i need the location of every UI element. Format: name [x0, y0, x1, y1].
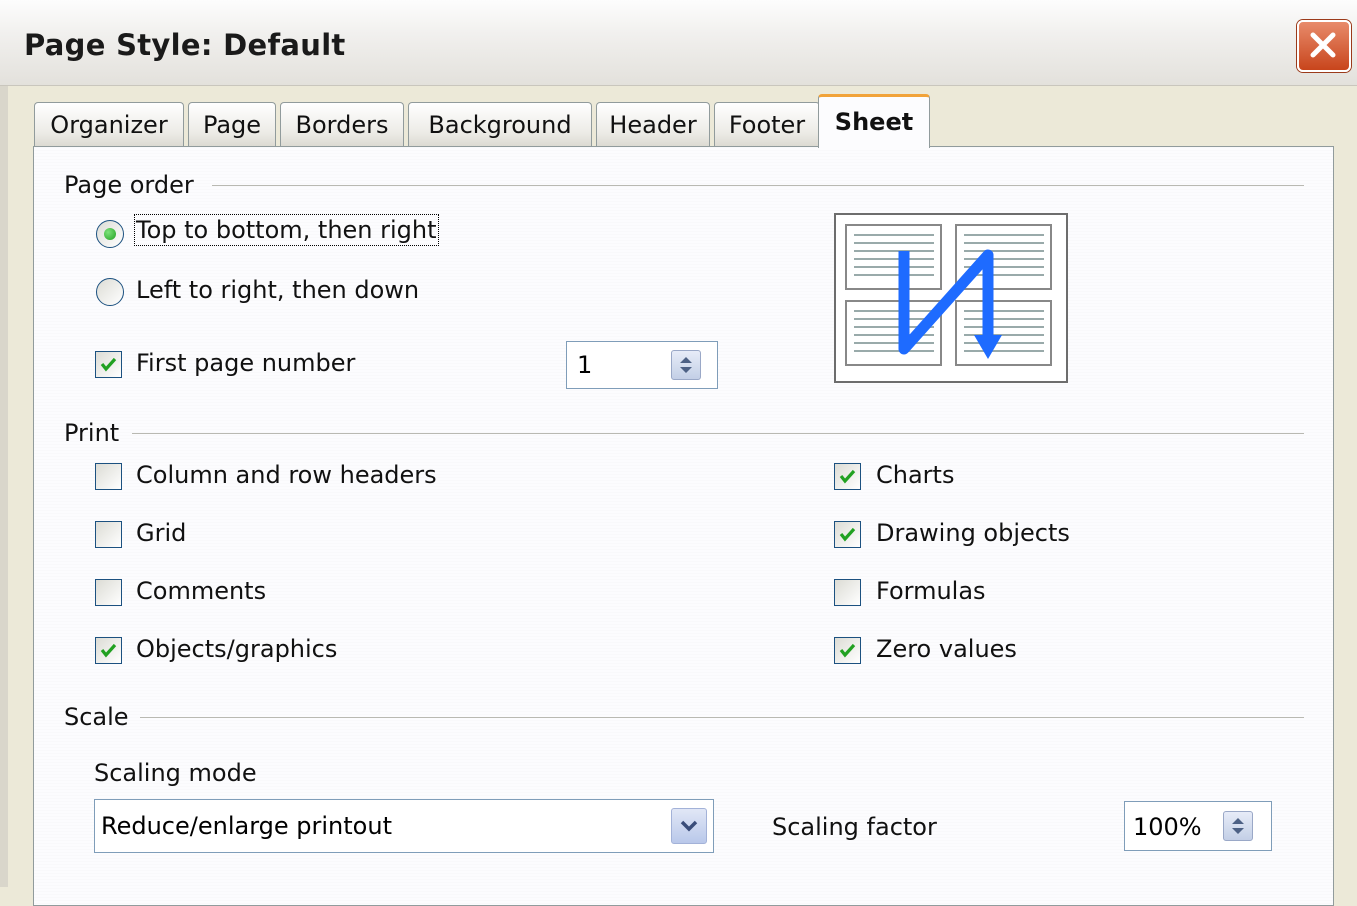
- title-bar: Page Style: Default: [0, 0, 1357, 86]
- close-button[interactable]: [1297, 20, 1351, 72]
- page-order-legend: Page order: [64, 171, 194, 199]
- label-grid[interactable]: Grid: [136, 519, 186, 547]
- radio-left-to-right[interactable]: [96, 278, 124, 306]
- scaling-mode-select[interactable]: Reduce/enlarge printout: [94, 799, 714, 853]
- scale-legend: Scale: [64, 703, 129, 731]
- tab-header[interactable]: Header: [596, 102, 710, 146]
- checkbox-column-row-headers[interactable]: [95, 463, 122, 490]
- close-icon: [1310, 32, 1336, 58]
- tab-label: Organizer: [50, 111, 168, 139]
- divider: [140, 717, 1304, 718]
- scaling-factor-input[interactable]: 100%: [1124, 801, 1272, 851]
- tab-label: Footer: [728, 111, 806, 139]
- input-value: 100%: [1133, 813, 1202, 841]
- first-page-number-label[interactable]: First page number: [136, 349, 355, 377]
- tab-organizer[interactable]: Organizer: [34, 102, 184, 146]
- checkbox-zero-values[interactable]: [834, 637, 861, 664]
- tab-borders[interactable]: Borders: [280, 102, 404, 146]
- window-title: Page Style: Default: [24, 28, 346, 62]
- scaling-mode-label: Scaling mode: [94, 759, 257, 787]
- tab-label: Background: [428, 111, 572, 139]
- spin-updown-icon: [680, 357, 692, 373]
- checkbox-formulas[interactable]: [834, 579, 861, 606]
- sheet-tab-panel: Page order Top to bottom, then right Lef…: [33, 146, 1334, 906]
- label-column-row-headers[interactable]: Column and row headers: [136, 461, 437, 489]
- page-order-preview: [834, 213, 1068, 383]
- checkbox-charts[interactable]: [834, 463, 861, 490]
- input-value: 1: [577, 351, 593, 379]
- label-drawing-objects[interactable]: Drawing objects: [876, 519, 1070, 547]
- select-value: Reduce/enlarge printout: [101, 812, 392, 840]
- check-icon: [100, 643, 117, 658]
- radio-selected-dot: [104, 228, 116, 240]
- page-order-preview-icon: [845, 224, 1052, 366]
- spin-button[interactable]: [1223, 811, 1253, 841]
- check-icon: [100, 357, 117, 372]
- tab-label: Page: [202, 111, 262, 139]
- divider: [212, 185, 1304, 186]
- checkbox-drawing-objects[interactable]: [834, 521, 861, 548]
- tab-label: Header: [609, 111, 697, 139]
- tab-label: Sheet: [834, 108, 914, 136]
- label-zero-values[interactable]: Zero values: [876, 635, 1017, 663]
- check-icon: [839, 643, 856, 658]
- label-comments[interactable]: Comments: [136, 577, 266, 605]
- spin-button[interactable]: [671, 350, 701, 380]
- dropdown-button[interactable]: [671, 808, 707, 844]
- print-legend: Print: [64, 419, 120, 447]
- label-charts[interactable]: Charts: [876, 461, 954, 489]
- checkbox-grid[interactable]: [95, 521, 122, 548]
- checkbox-first-page-number[interactable]: [95, 351, 122, 378]
- divider: [132, 433, 1304, 434]
- check-icon: [839, 469, 856, 484]
- checkbox-comments[interactable]: [95, 579, 122, 606]
- tab-page[interactable]: Page: [188, 102, 276, 146]
- radio-label-top-to-bottom[interactable]: Top to bottom, then right: [134, 214, 439, 246]
- tab-sheet[interactable]: Sheet: [818, 94, 930, 148]
- chevron-down-icon: [680, 820, 698, 832]
- label-formulas[interactable]: Formulas: [876, 577, 986, 605]
- first-page-number-input[interactable]: 1: [566, 341, 718, 389]
- scaling-factor-label: Scaling factor: [772, 813, 937, 841]
- tab-footer[interactable]: Footer: [714, 102, 820, 146]
- check-icon: [839, 527, 856, 542]
- checkbox-objects-graphics[interactable]: [95, 637, 122, 664]
- tab-label: Borders: [295, 111, 389, 139]
- option-text: Top to bottom, then right: [134, 214, 439, 246]
- tab-background[interactable]: Background: [408, 102, 592, 146]
- radio-label-left-to-right[interactable]: Left to right, then down: [136, 276, 419, 304]
- radio-top-to-bottom[interactable]: [96, 220, 124, 248]
- label-objects-graphics[interactable]: Objects/graphics: [136, 635, 337, 663]
- spin-updown-icon: [1232, 818, 1244, 834]
